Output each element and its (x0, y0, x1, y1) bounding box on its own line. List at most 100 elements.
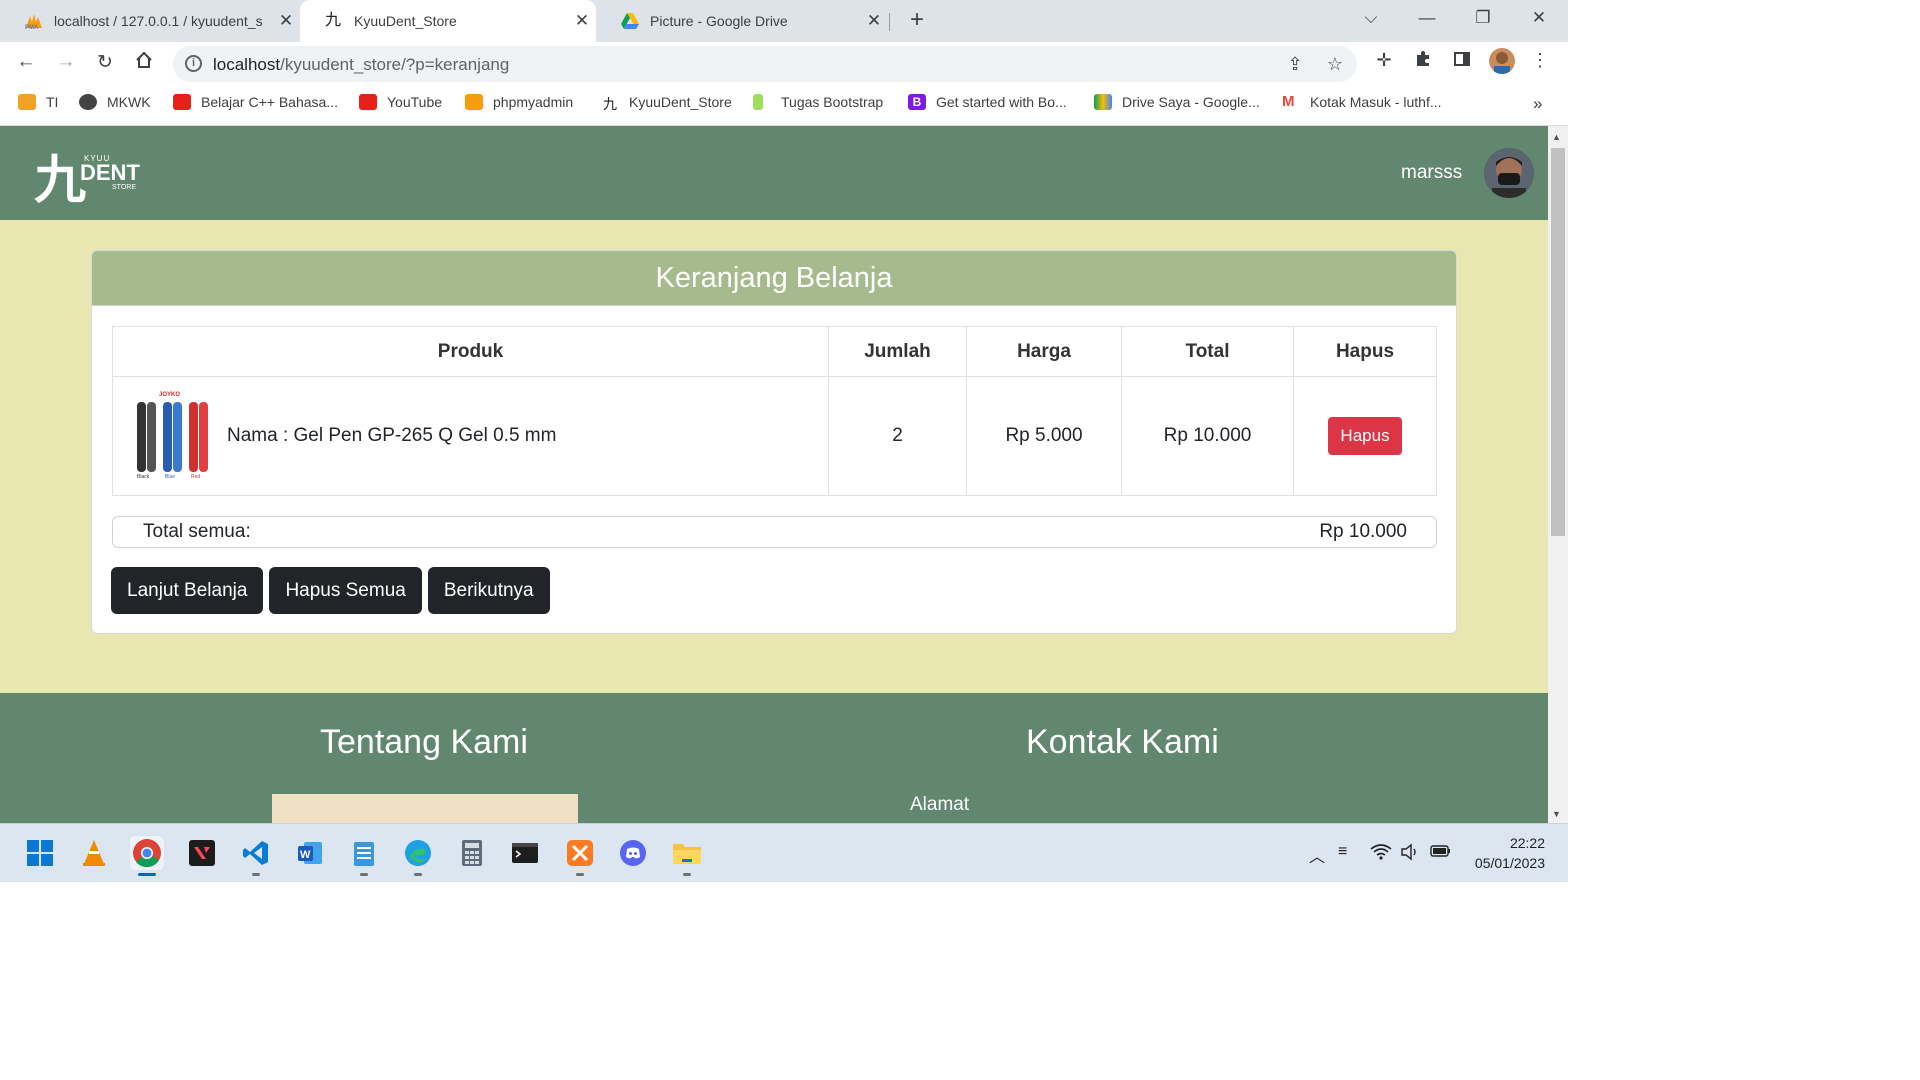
address-label: Alamat (910, 794, 970, 815)
product-image-label-blue: Blue (165, 474, 176, 480)
delete-item-button[interactable]: Hapus (1328, 417, 1402, 455)
cart-table: Produk Jumlah Harga Total Hapus JOYKO Bl… (112, 326, 1437, 496)
bookmark-star-icon[interactable]: ☆ (1323, 54, 1347, 75)
profile-avatar-icon[interactable] (1489, 48, 1515, 74)
reload-icon[interactable]: ↻ (92, 51, 118, 74)
forward-icon[interactable]: → (53, 51, 79, 73)
tab-search-chevron-icon[interactable]: ⌵ (1359, 8, 1383, 28)
bookmark-tugas-bootstrap[interactable]: Tugas Bootstrap (753, 94, 883, 110)
tab-google-drive[interactable]: Picture - Google Drive ✕ (596, 0, 888, 42)
scroll-up-icon[interactable]: ▲ (1552, 132, 1561, 142)
kyuudent-favicon-icon: 九 (324, 12, 341, 29)
running-indicator (252, 873, 260, 876)
google-drive-icon (1094, 94, 1112, 110)
edge-icon[interactable] (401, 836, 435, 876)
grand-total-value: Rp 10.000 (1319, 521, 1407, 542)
bookmark-kotak-masuk[interactable]: M Kotak Masuk - luthf... (1282, 94, 1442, 111)
home-icon[interactable] (131, 51, 157, 75)
back-icon[interactable]: ← (13, 51, 39, 73)
bookmark-belajar-cpp[interactable]: Belajar C++ Bahasa... (173, 94, 338, 110)
ti-icon (18, 94, 36, 110)
bookmarks-overflow[interactable]: » (1533, 94, 1542, 114)
xampp-icon[interactable] (563, 836, 597, 876)
valorant-icon[interactable] (185, 836, 219, 870)
close-tab-icon[interactable]: ✕ (272, 11, 300, 31)
battery-icon[interactable] (1430, 843, 1452, 864)
continue-shopping-button[interactable]: Lanjut Belanja (111, 567, 264, 614)
tab-title: KyuuDent_Store (354, 13, 457, 29)
calculator-icon[interactable] (455, 836, 489, 870)
table-row: JOYKO Black Blue Red Nama: Gel Pen GP-2… (112, 376, 1437, 496)
clock-date: 05/01/2023 (1474, 855, 1545, 871)
omnibox[interactable]: i localhost/kyuudent_store/?p=keranjang … (173, 46, 1357, 82)
side-panel-icon[interactable] (1450, 50, 1474, 73)
extensions-puzzle-icon[interactable] (1411, 50, 1435, 73)
vscode-icon[interactable] (239, 836, 273, 876)
next-button[interactable]: Berikutnya (427, 567, 550, 614)
file-explorer-icon[interactable] (670, 836, 704, 876)
vlc-icon[interactable] (77, 836, 111, 870)
url-text[interactable]: localhost/kyuudent_store/?p=keranjang (213, 55, 509, 75)
bookmark-label: Kotak Masuk - luthf... (1310, 94, 1442, 110)
chrome-menu-icon[interactable]: ⋮ (1528, 50, 1552, 71)
tray-overflow-chevron-icon[interactable]: ︿ (1309, 843, 1325, 867)
wifi-icon[interactable] (1370, 843, 1392, 866)
minimize-icon[interactable]: — (1415, 8, 1439, 28)
phpmyadmin-icon: PMA (24, 12, 42, 31)
clear-cart-button[interactable]: Hapus Semua (269, 567, 422, 614)
cart-actions: Lanjut Belanja Hapus Semua Berikutnya (111, 567, 550, 614)
bookmark-mkwk[interactable]: MKWK (79, 94, 151, 110)
tab-phpmyadmin[interactable]: PMA localhost / 127.0.0.1 / kyuudent_s ✕ (0, 0, 300, 42)
site-info-icon[interactable]: i (185, 55, 202, 72)
close-tab-icon[interactable]: ✕ (568, 11, 596, 31)
bookmark-youtube[interactable]: YouTube (359, 94, 442, 110)
new-tab-icon[interactable]: + (904, 7, 930, 33)
volume-icon[interactable] (1400, 843, 1420, 866)
running-indicator (360, 873, 368, 876)
site-header: 九 KYUU DENT STORE marsss (0, 126, 1548, 220)
browser-tab-bar: PMA localhost / 127.0.0.1 / kyuudent_s ✕… (0, 0, 1568, 42)
discord-icon[interactable] (616, 836, 650, 870)
user-avatar[interactable] (1484, 148, 1534, 198)
start-windows-icon[interactable] (23, 836, 57, 870)
column-harga: Harga (966, 326, 1122, 377)
page-scrollbar[interactable]: ▲ ▼ (1548, 126, 1568, 823)
terminal-icon[interactable] (508, 836, 542, 870)
restore-icon[interactable]: ❐ (1471, 8, 1495, 28)
bookmark-label: Get started with Bo... (936, 94, 1067, 110)
cart-table-header: Produk Jumlah Harga Total Hapus (112, 326, 1437, 377)
close-tab-icon[interactable]: ✕ (860, 11, 888, 31)
share-icon[interactable]: ⇪ (1283, 54, 1307, 75)
grand-total-box: Total semua: Rp 10.000 (112, 516, 1437, 548)
input-indicator-icon[interactable]: ≡ (1338, 843, 1347, 861)
product-image-label-black: Black (137, 474, 150, 480)
username[interactable]: marsss (1401, 162, 1462, 184)
bookmark-get-started-bootstrap[interactable]: B Get started with Bo... (908, 94, 1067, 110)
delete-cell: Hapus (1293, 376, 1437, 496)
word-icon[interactable]: W (293, 836, 327, 870)
site-logo[interactable]: 九 KYUU DENT STORE (34, 144, 144, 211)
extension-move-icon[interactable]: ✛ (1372, 50, 1396, 71)
product-name: Nama : Gel Pen GP-265 Q Gel 0.5 mm (227, 425, 557, 446)
bookmark-kyuudent-store[interactable]: 九 KyuuDent_Store (601, 94, 732, 112)
bookmark-ti[interactable]: TI (18, 94, 58, 110)
close-window-icon[interactable]: ✕ (1527, 8, 1551, 28)
system-clock[interactable]: 22:22 05/01/2023 (1465, 833, 1545, 873)
column-hapus: Hapus (1293, 326, 1437, 377)
product-image: JOYKO Black Blue Red (133, 392, 209, 480)
tab-kyuudent-store[interactable]: 九 KyuuDent_Store ✕ (300, 0, 596, 42)
web-page: 九 KYUU DENT STORE marsss Keranjang Belan… (0, 126, 1548, 823)
bookmark-phpmyadmin[interactable]: phpmyadmin (465, 94, 573, 110)
running-indicator (414, 873, 422, 876)
bookmark-drive-saya[interactable]: Drive Saya - Google... (1094, 94, 1260, 110)
bookmark-label: KyuuDent_Store (629, 94, 732, 110)
chrome-taskbar-icon[interactable] (130, 836, 164, 876)
scrollbar-thumb[interactable] (1551, 148, 1565, 536)
pen-black-2 (147, 402, 156, 472)
running-indicator (576, 873, 584, 876)
google-drive-icon (620, 12, 639, 30)
scroll-down-icon[interactable]: ▼ (1552, 809, 1561, 819)
notepad-icon[interactable] (347, 836, 381, 876)
url-path: /kyuudent_store/?p=keranjang (280, 55, 510, 74)
pen-blue (163, 402, 172, 472)
